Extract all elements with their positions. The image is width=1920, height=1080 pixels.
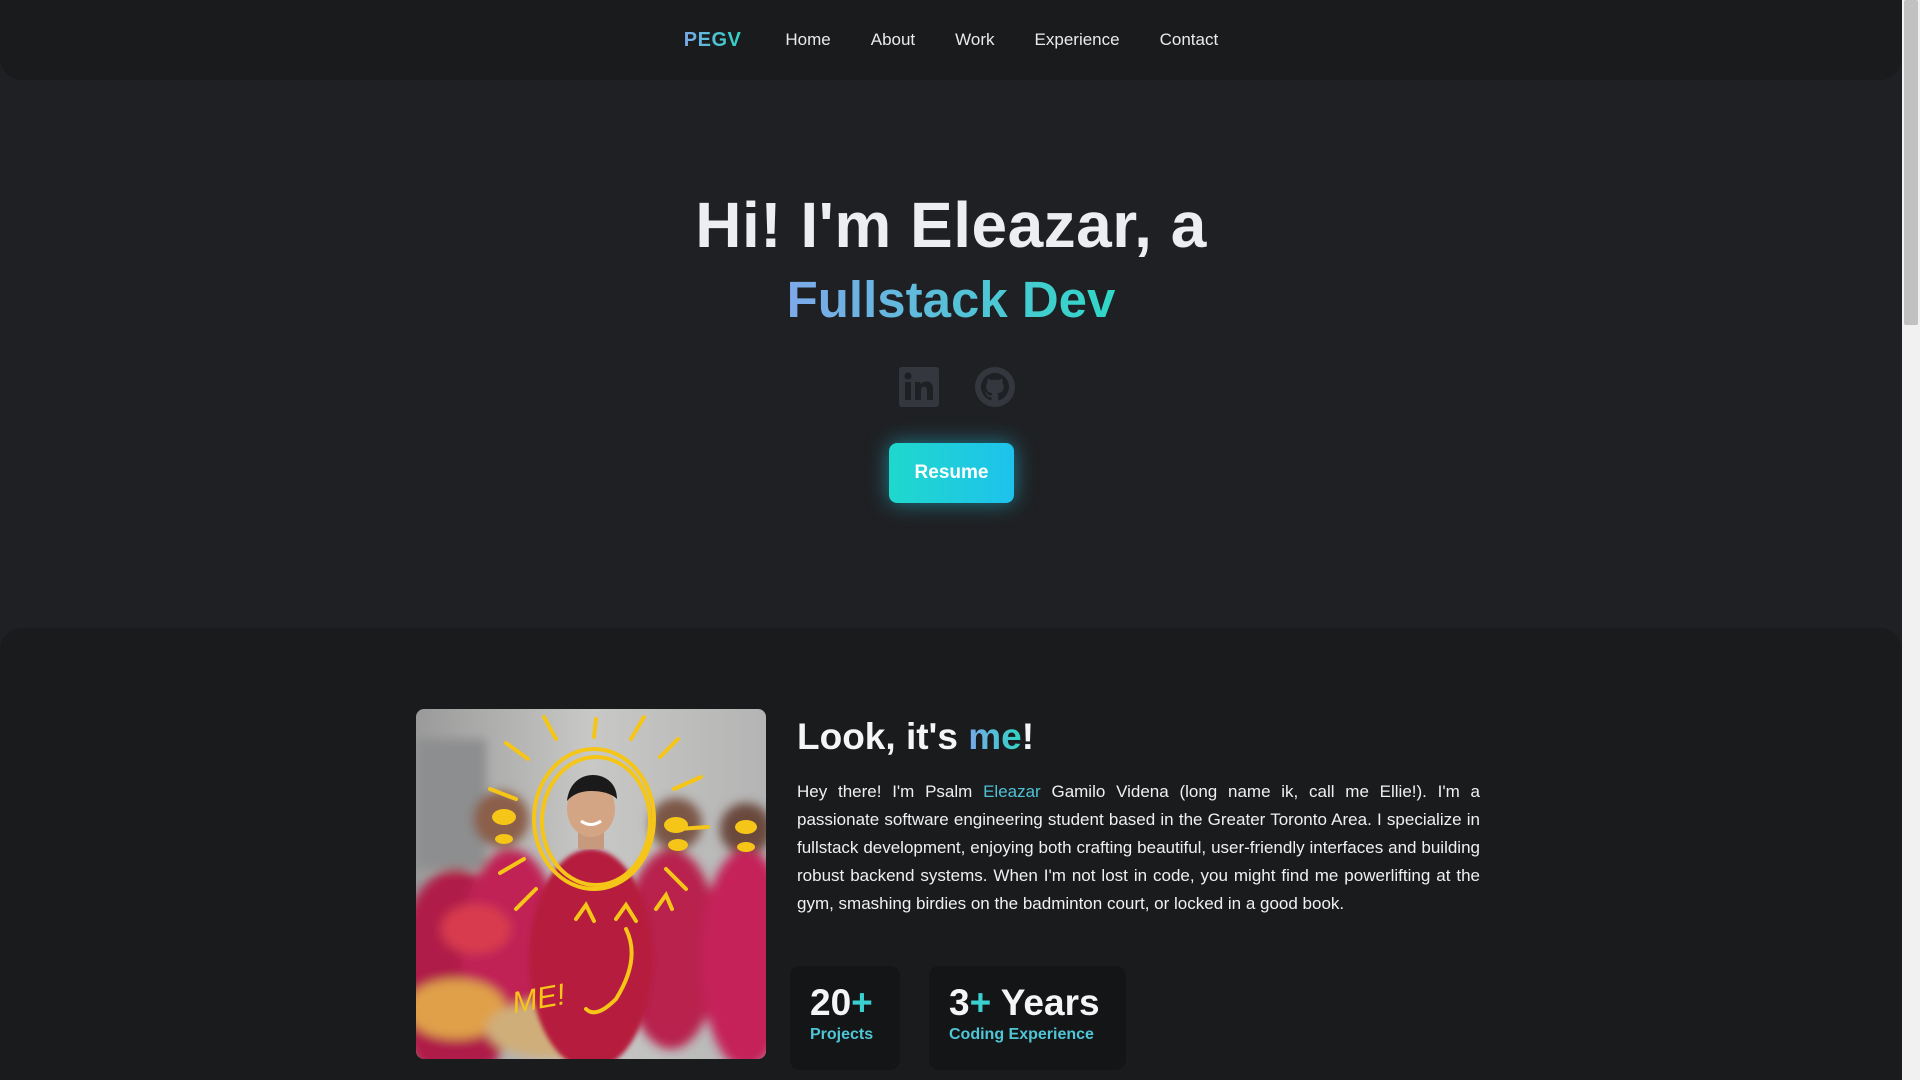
about-intro-after: Gamilo Videna (long name ik, call me Ell… [797, 782, 1480, 913]
stat-card-projects: 20+ Projects [790, 966, 900, 1070]
about-title: Look, it's me! [797, 716, 1034, 758]
navbar: PEGV Home About Work Experience Contact [0, 0, 1902, 80]
nav-link-about[interactable]: About [871, 30, 915, 50]
stat-value: 3 [949, 982, 970, 1023]
hero-subtitle: Fullstack Dev [0, 270, 1902, 329]
about-intro-before: Hey there! I'm Psalm [797, 782, 984, 801]
about-intro-name: Eleazar [983, 782, 1041, 801]
about-title-prefix: Look, it's [797, 716, 969, 757]
hero-section: Hi! I'm Eleazar, a Fullstack Dev Resume [0, 80, 1902, 628]
nav-logo[interactable]: PEGV [684, 29, 742, 52]
about-intro: Hey there! I'm Psalm Eleazar Gamilo Vide… [797, 778, 1480, 918]
stat-number: 20+ [810, 984, 880, 1022]
resume-button[interactable]: Resume [889, 443, 1014, 503]
hero-subtitle-text: Fullstack Dev [786, 271, 1116, 328]
stat-suffix: Years [991, 982, 1100, 1023]
scrollbar-thumb[interactable] [1904, 0, 1918, 325]
stat-plus: + [969, 982, 992, 1023]
scrollbar[interactable] [1902, 0, 1920, 1080]
linkedin-icon[interactable] [898, 366, 940, 408]
about-title-suffix: ! [1021, 716, 1035, 757]
stat-label: Coding Experience [949, 1026, 1094, 1043]
stat-plus: + [851, 982, 873, 1023]
about-title-accent: me [968, 716, 1022, 757]
stat-number: 3+ Years [949, 984, 1106, 1022]
stat-value: 20 [810, 982, 852, 1023]
github-icon[interactable] [974, 366, 1016, 408]
nav-link-home[interactable]: Home [785, 30, 830, 50]
hero-title: Hi! I'm Eleazar, a [695, 189, 1207, 261]
nav-link-work[interactable]: Work [955, 30, 994, 50]
about-section: ME! Look, it's me! Hey there! I'm Psalm … [0, 628, 1902, 1080]
page: PEGV Home About Work Experience Contact … [0, 0, 1920, 1080]
profile-photo-art: ME! [416, 709, 766, 1059]
nav-link-contact[interactable]: Contact [1160, 30, 1219, 50]
nav-link-experience[interactable]: Experience [1035, 30, 1120, 50]
social-links [0, 366, 1902, 408]
stat-label: Projects [810, 1026, 874, 1043]
stat-card-experience: 3+ Years Coding Experience [929, 966, 1126, 1070]
profile-photo: ME! [416, 709, 766, 1059]
